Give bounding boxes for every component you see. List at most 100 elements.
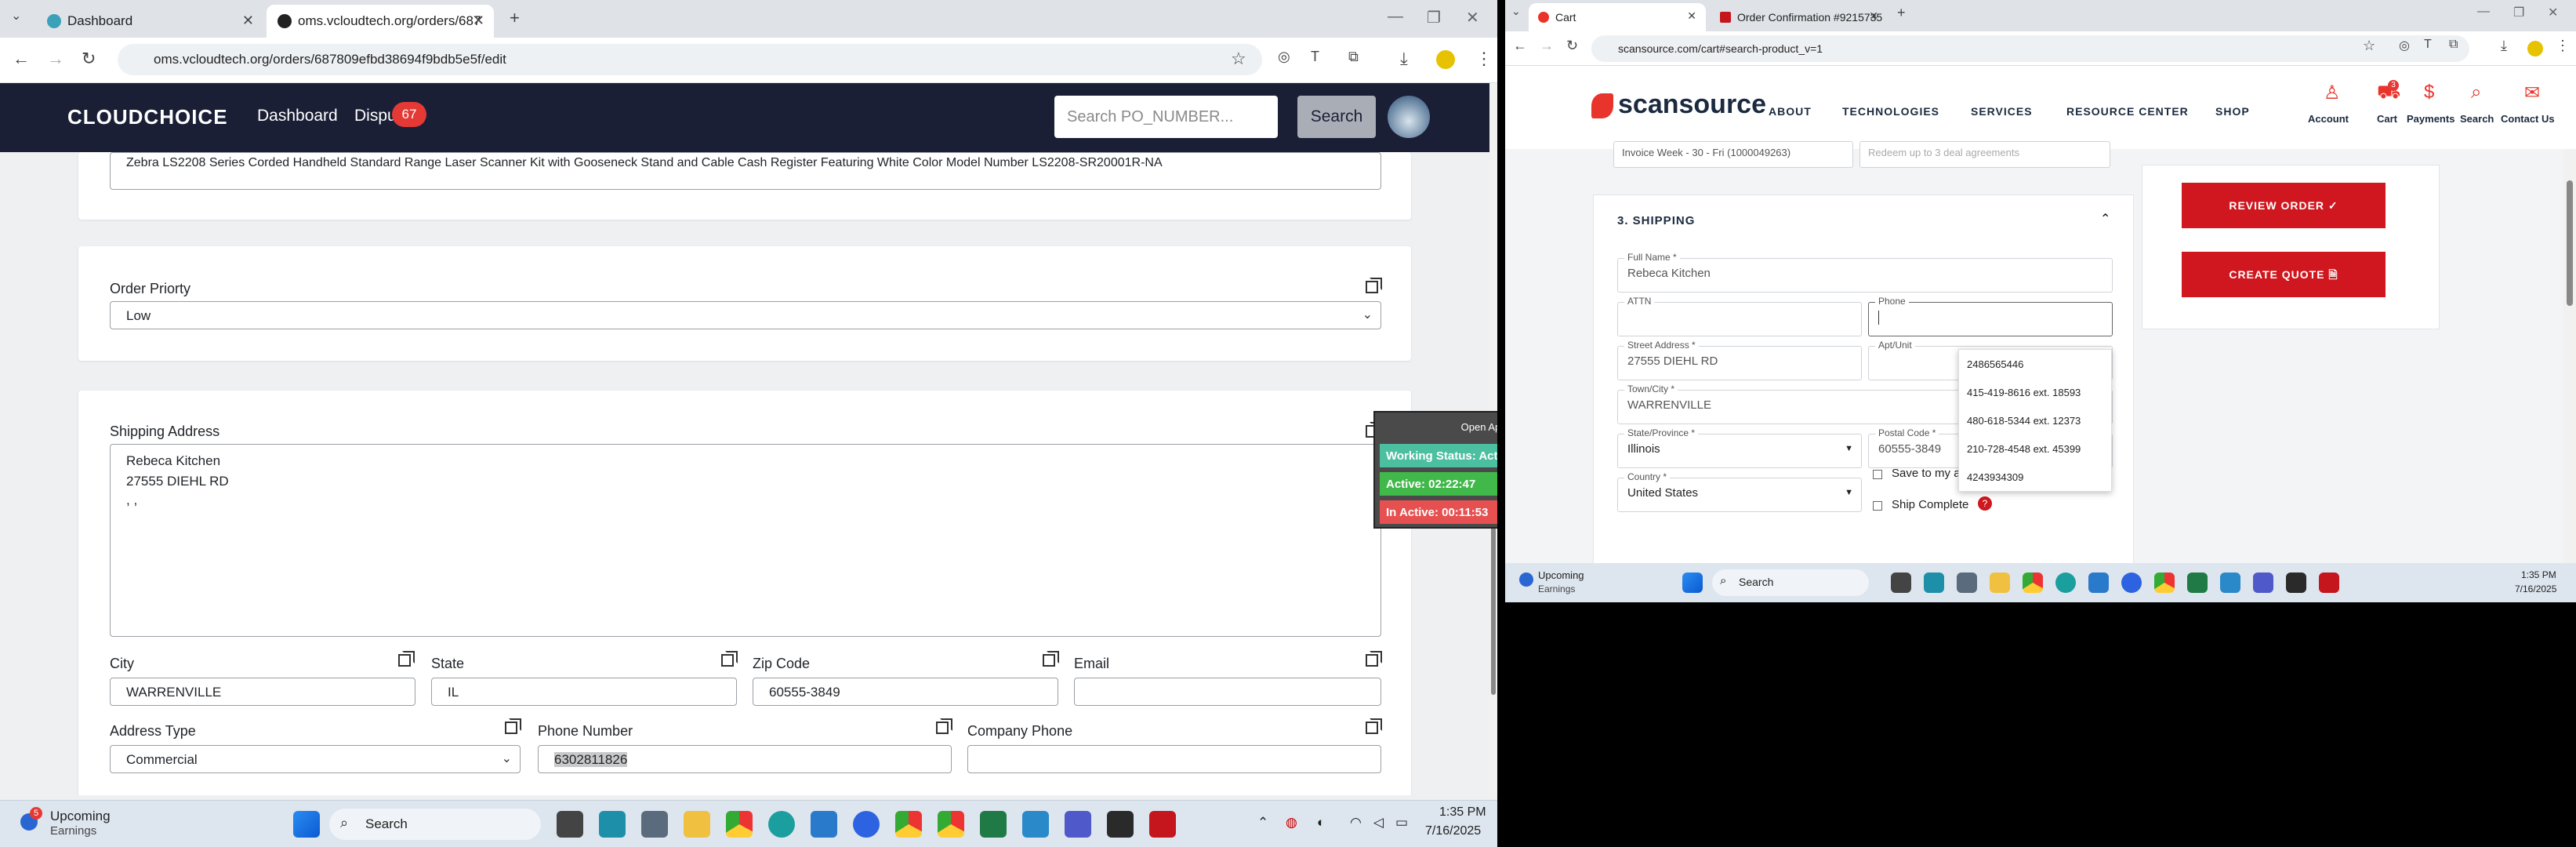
- phone-suggestion[interactable]: 2486565446: [1959, 350, 2111, 378]
- back-icon[interactable]: ←: [1513, 38, 1527, 54]
- windows-start-icon[interactable]: [1682, 573, 1703, 593]
- restore-icon[interactable]: ❐: [1427, 8, 1441, 27]
- chrome-icon[interactable]: [938, 811, 964, 838]
- app-icon-2[interactable]: [1022, 811, 1049, 838]
- close-icon[interactable]: ✕: [473, 13, 484, 29]
- email-field[interactable]: [1074, 678, 1381, 706]
- search-button[interactable]: Search: [1297, 96, 1376, 138]
- url-bar[interactable]: scansource.com/cart#search-product_v=1: [1591, 35, 2469, 62]
- reload-icon[interactable]: ↻: [1566, 38, 1578, 54]
- tab-cart[interactable]: Cart ✕: [1529, 3, 1706, 31]
- chrome-icon[interactable]: [2023, 573, 2043, 593]
- tray-chevron-icon[interactable]: ⌃: [1257, 815, 1268, 831]
- ship-complete-checkbox[interactable]: [1873, 501, 1882, 511]
- shipping-address-textarea[interactable]: Rebeca Kitchen 27555 DIEHL RD , ,: [110, 444, 1381, 637]
- minimize-icon[interactable]: —: [1388, 8, 1403, 26]
- review-order-button[interactable]: REVIEW ORDER ✓: [2182, 183, 2386, 228]
- full-name-field[interactable]: Full Name * Rebeca Kitchen: [1617, 252, 2113, 293]
- zip-code-field[interactable]: 60555-3849: [753, 678, 1058, 706]
- copy-icon[interactable]: [505, 718, 521, 734]
- weather-title[interactable]: Upcoming: [1538, 569, 1584, 581]
- back-icon[interactable]: ←: [13, 49, 30, 69]
- copy-icon[interactable]: [936, 718, 952, 734]
- translate-icon[interactable]: T: [1311, 49, 1319, 65]
- phone-suggestion[interactable]: 415-419-8616 ext. 18593: [1959, 378, 2111, 406]
- forward-icon[interactable]: →: [1540, 38, 1554, 54]
- acrobat-icon[interactable]: [1149, 811, 1176, 838]
- clock-time[interactable]: 1:35 PM: [2521, 569, 2556, 580]
- app-icon-1[interactable]: [1924, 573, 1944, 593]
- util-search[interactable]: Search: [2460, 113, 2494, 125]
- acrobat-icon[interactable]: [2319, 573, 2339, 593]
- tab-order-confirmation[interactable]: Order Confirmation #9215735 ✕: [1711, 3, 1888, 31]
- chevron-up-icon[interactable]: ⌃: [2100, 211, 2110, 227]
- help-icon[interactable]: ?: [1978, 496, 1992, 511]
- excel-icon[interactable]: [980, 811, 1007, 838]
- url-bar[interactable]: oms.vcloudtech.org/orders/687809efbd3869…: [118, 44, 1262, 75]
- phone-suggestion[interactable]: 4243934309: [1959, 463, 2111, 489]
- search-po-input[interactable]: Search PO_NUMBER...: [1054, 96, 1278, 138]
- util-cart[interactable]: Cart: [2377, 113, 2397, 125]
- copy-icon[interactable]: [1366, 278, 1382, 293]
- product-description-field[interactable]: Zebra LS2208 Series Corded Handheld Stan…: [110, 152, 1381, 190]
- copy-icon[interactable]: [721, 651, 738, 667]
- extension-icon[interactable]: ◎: [1278, 49, 1290, 65]
- invoice-field[interactable]: Invoice Week - 30 - Fri (1000049263): [1613, 141, 1853, 168]
- speaker-icon[interactable]: ◁: [1373, 815, 1384, 831]
- tray-icon[interactable]: ◍: [1286, 815, 1297, 831]
- scansource-logo[interactable]: scansource: [1591, 89, 1766, 120]
- chrome-icon[interactable]: [726, 811, 753, 838]
- profile-icon[interactable]: [1436, 50, 1455, 69]
- new-tab-icon[interactable]: +: [510, 8, 520, 28]
- account-icon[interactable]: ♙: [2324, 82, 2341, 104]
- save-address-checkbox[interactable]: [1873, 470, 1882, 479]
- vscode-icon[interactable]: [2088, 573, 2109, 593]
- clock-time[interactable]: 1:35 PM: [1439, 805, 1486, 820]
- menu-technologies[interactable]: TECHNOLOGIES: [1842, 105, 1939, 118]
- phone-suggestion[interactable]: 210-728-4548 ext. 45399: [1959, 434, 2111, 463]
- app-icon-3[interactable]: [1107, 811, 1134, 838]
- country-select[interactable]: Country * United States ▼: [1617, 471, 1862, 512]
- clock-date[interactable]: 7/16/2025: [2515, 583, 2556, 594]
- search-icon[interactable]: ⌕: [2471, 82, 2481, 104]
- avatar[interactable]: [1388, 96, 1430, 138]
- minimize-icon[interactable]: —: [2477, 5, 2490, 19]
- menu-shop[interactable]: SHOP: [2215, 105, 2250, 118]
- zoom-icon[interactable]: [853, 811, 880, 838]
- page-scrollbar[interactable]: [2563, 149, 2576, 563]
- copy-icon[interactable]: [1366, 718, 1382, 734]
- calculator-icon[interactable]: [641, 811, 668, 838]
- order-priority-select[interactable]: Low ⌄: [110, 301, 1381, 329]
- scrollbar-thumb[interactable]: [2567, 180, 2573, 306]
- payments-icon[interactable]: $: [2424, 82, 2434, 104]
- address-type-select[interactable]: Commercial ⌄: [110, 745, 521, 773]
- menu-about[interactable]: ABOUT: [1769, 105, 1812, 118]
- company-phone-field[interactable]: [967, 745, 1381, 773]
- app-logo[interactable]: CLOUDCHOICE: [67, 105, 228, 129]
- state-field[interactable]: IL: [431, 678, 737, 706]
- contact-icon[interactable]: ✉: [2524, 82, 2540, 104]
- file-explorer-icon[interactable]: [684, 811, 710, 838]
- close-icon[interactable]: ✕: [242, 13, 254, 29]
- util-payments[interactable]: Payments: [2407, 113, 2454, 125]
- tray-icon[interactable]: ◐: [1317, 815, 1325, 831]
- phone-suggestion[interactable]: 480-618-5344 ext. 12373: [1959, 406, 2111, 434]
- puzzle-icon[interactable]: ⧉: [1348, 49, 1359, 65]
- nav-disputes[interactable]: Dispu: [354, 107, 397, 125]
- clock-date[interactable]: 7/16/2025: [1425, 824, 1481, 838]
- forward-icon[interactable]: →: [47, 49, 64, 69]
- close-icon[interactable]: ✕: [1869, 9, 1878, 23]
- app-icon-1[interactable]: [599, 811, 626, 838]
- puzzle-icon[interactable]: ⧉: [2449, 38, 2458, 52]
- new-tab-icon[interactable]: +: [1897, 5, 1906, 21]
- task-view-icon[interactable]: [1891, 573, 1911, 593]
- state-province-select[interactable]: State/Province * Illinois ▼: [1617, 427, 1862, 468]
- battery-icon[interactable]: ▭: [1395, 815, 1408, 831]
- street-address-field[interactable]: Street Address * 27555 DIEHL RD: [1617, 340, 1862, 380]
- nav-dashboard[interactable]: Dashboard: [257, 107, 338, 125]
- excel-icon[interactable]: [2187, 573, 2208, 593]
- reload-icon[interactable]: ↻: [82, 49, 96, 69]
- close-icon[interactable]: ✕: [1687, 9, 1696, 23]
- chrome-icon[interactable]: [2154, 573, 2175, 593]
- copy-icon[interactable]: [1366, 651, 1382, 667]
